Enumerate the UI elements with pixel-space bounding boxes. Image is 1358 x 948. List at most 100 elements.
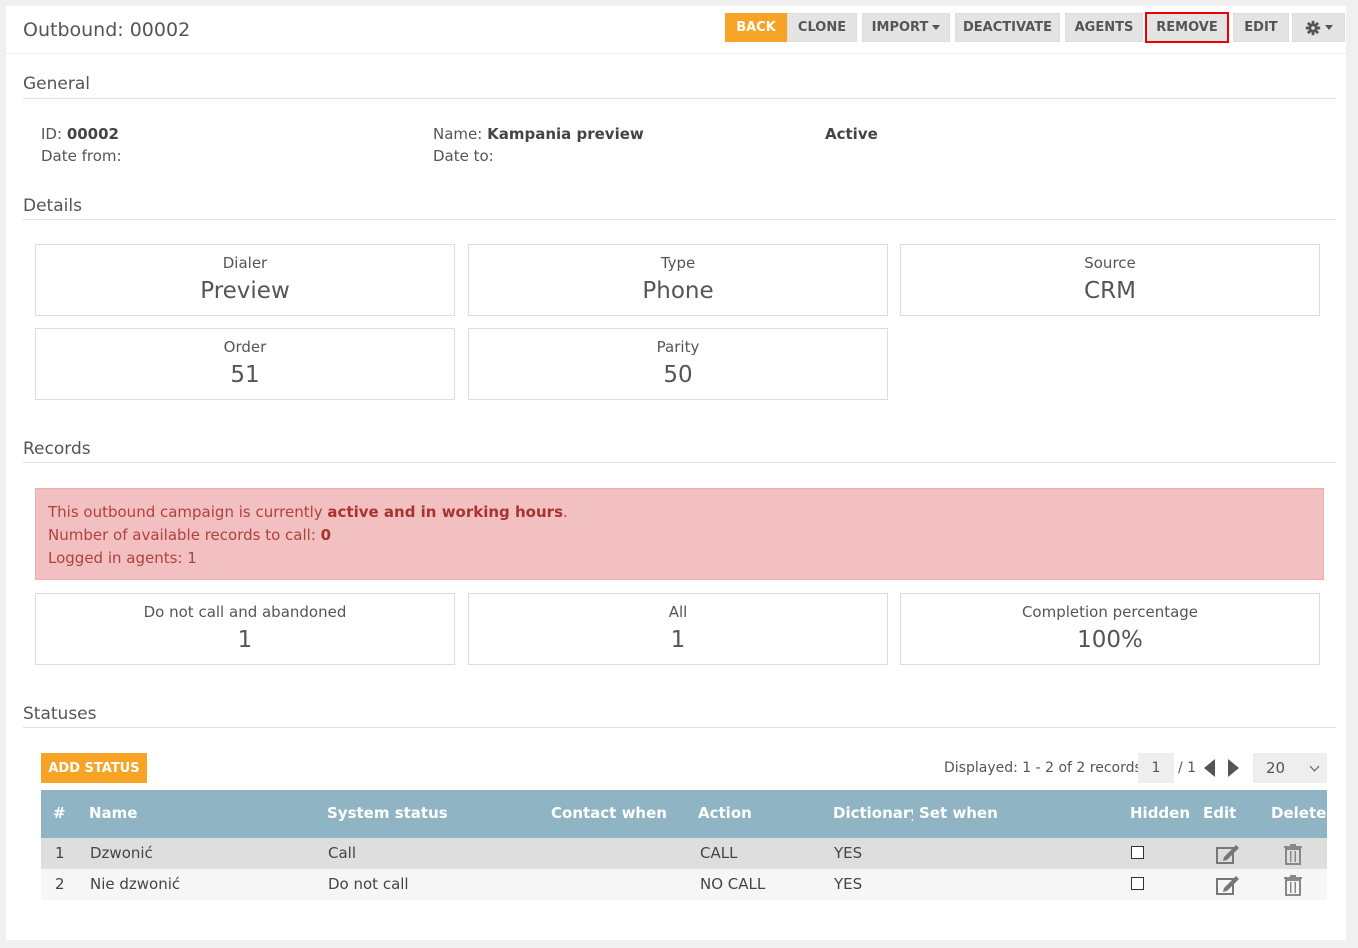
- edit-icon[interactable]: [1215, 843, 1241, 865]
- card-label: Parity: [656, 338, 700, 356]
- deactivate-button[interactable]: DEACTIVATE: [955, 13, 1060, 42]
- campaign-status-alert: This outbound campaign is currently acti…: [35, 488, 1324, 580]
- total-pages-text: / 1: [1178, 760, 1197, 776]
- clone-button[interactable]: CLONE: [787, 13, 857, 42]
- column-header-edit: Edit: [1203, 804, 1237, 822]
- detail-card-source: Source CRM: [900, 244, 1320, 316]
- section-title-records: Records: [23, 439, 91, 459]
- edit-button[interactable]: EDIT: [1233, 13, 1289, 42]
- alert-line-2: Number of available records to call: 0: [48, 524, 1311, 547]
- main-panel: Outbound: 00002 BACK CLONE IMPORT DEACTI…: [6, 6, 1346, 940]
- card-label: Source: [1084, 254, 1136, 272]
- pager-displayed-text: Displayed: 1 - 2 of 2 records: [944, 760, 1142, 776]
- id-label: ID:: [41, 125, 63, 143]
- import-label: IMPORT: [871, 20, 929, 35]
- chevron-down-icon: [1309, 761, 1320, 772]
- card-label: Type: [660, 254, 696, 272]
- name-field: Name: Kampania preview: [433, 125, 644, 143]
- import-button[interactable]: IMPORT: [862, 13, 950, 42]
- section-title-statuses: Statuses: [23, 704, 97, 724]
- card-label: All: [668, 603, 688, 621]
- caret-down-icon: [1324, 25, 1333, 30]
- card-label: Completion percentage: [1021, 603, 1199, 621]
- column-header-system-status[interactable]: System status: [327, 804, 448, 822]
- card-value: 100%: [1077, 627, 1143, 653]
- card-value: 51: [230, 362, 260, 388]
- back-button[interactable]: BACK: [725, 13, 787, 42]
- detail-card-order: Order 51: [35, 328, 455, 400]
- column-header-dictionary[interactable]: Dictionary: [833, 804, 913, 822]
- next-page-icon[interactable]: [1228, 759, 1239, 777]
- alert-bold-text: 0: [320, 526, 332, 544]
- page-title: Outbound: 00002: [23, 19, 191, 41]
- name-label: Name:: [433, 125, 483, 143]
- settings-dropdown-button[interactable]: [1292, 13, 1345, 42]
- section-title-details: Details: [23, 196, 82, 216]
- detail-card-dialer: Dialer Preview: [35, 244, 455, 316]
- alert-text: .: [563, 503, 568, 521]
- card-value: 1: [670, 627, 686, 653]
- card-value: CRM: [1084, 278, 1136, 304]
- column-header-delete: Delete: [1271, 804, 1327, 822]
- records-card-completion: Completion percentage 100%: [900, 593, 1320, 665]
- card-value: 1: [237, 627, 253, 653]
- detail-card-type: Type Phone: [468, 244, 888, 316]
- column-header-hidden[interactable]: Hidden: [1130, 804, 1190, 822]
- records-card-all: All 1: [468, 593, 888, 665]
- card-label: Dialer: [222, 254, 268, 272]
- page-size-value: 20: [1266, 759, 1286, 777]
- column-header-contact-when[interactable]: Contact when: [551, 804, 667, 822]
- prev-page-icon[interactable]: [1204, 759, 1215, 777]
- page-number-input[interactable]: 1: [1138, 753, 1174, 783]
- card-value: Preview: [200, 278, 290, 304]
- alert-text: Number of available records to call:: [48, 526, 321, 544]
- column-header-action[interactable]: Action: [698, 804, 752, 822]
- cell-dictionary: YES: [834, 875, 863, 893]
- column-header-number[interactable]: #: [53, 804, 66, 822]
- column-header-name[interactable]: Name: [89, 804, 137, 822]
- card-label: Order: [223, 338, 267, 356]
- alert-line-1: This outbound campaign is currently acti…: [48, 501, 1311, 524]
- divider: [23, 727, 1336, 728]
- hidden-checkbox[interactable]: [1131, 846, 1144, 859]
- records-card-do-not-call: Do not call and abandoned 1: [35, 593, 455, 665]
- alert-bold-text: active and in working hours: [327, 503, 563, 521]
- remove-button[interactable]: REMOVE: [1145, 12, 1229, 43]
- cell-number: 1: [55, 844, 65, 862]
- card-value: 50: [663, 362, 693, 388]
- cell-action: NO CALL: [700, 875, 766, 893]
- top-bar: Outbound: 00002 BACK CLONE IMPORT DEACTI…: [6, 6, 1346, 54]
- cell-system-status: Do not call: [328, 875, 409, 893]
- cell-action: CALL: [700, 844, 738, 862]
- agents-button[interactable]: AGENTS: [1065, 13, 1143, 42]
- divider: [23, 219, 1336, 220]
- table-row[interactable]: 1 Dzwonić Call CALL YES: [41, 838, 1327, 869]
- divider: [23, 98, 1336, 99]
- cell-number: 2: [55, 875, 65, 893]
- name-value: Kampania preview: [487, 125, 644, 143]
- date-to-label: Date to:: [433, 147, 494, 165]
- alert-text: This outbound campaign is currently: [48, 503, 328, 521]
- trash-icon[interactable]: [1282, 874, 1304, 896]
- hidden-checkbox[interactable]: [1131, 877, 1144, 890]
- id-value: 00002: [66, 125, 119, 143]
- add-status-button[interactable]: ADD STATUS: [41, 753, 147, 783]
- cell-dictionary: YES: [834, 844, 863, 862]
- cell-name: Nie dzwonić: [90, 875, 181, 893]
- table-header: # Name System status Contact when Action…: [41, 790, 1327, 838]
- card-label: Do not call and abandoned: [143, 603, 347, 621]
- id-field: ID: 00002: [41, 125, 119, 143]
- column-header-set-when[interactable]: Set when: [919, 804, 998, 822]
- caret-down-icon: [932, 25, 941, 30]
- page-size-select[interactable]: 20: [1253, 753, 1327, 783]
- edit-icon[interactable]: [1215, 874, 1241, 896]
- section-title-general: General: [23, 74, 90, 94]
- alert-line-3: Logged in agents: 1: [48, 549, 197, 567]
- cell-system-status: Call: [328, 844, 357, 862]
- gear-icon: [1305, 20, 1320, 35]
- card-value: Phone: [642, 278, 714, 304]
- table-row[interactable]: 2 Nie dzwonić Do not call NO CALL YES: [41, 869, 1327, 900]
- detail-card-parity: Parity 50: [468, 328, 888, 400]
- trash-icon[interactable]: [1282, 843, 1304, 865]
- cell-name: Dzwonić: [90, 844, 153, 862]
